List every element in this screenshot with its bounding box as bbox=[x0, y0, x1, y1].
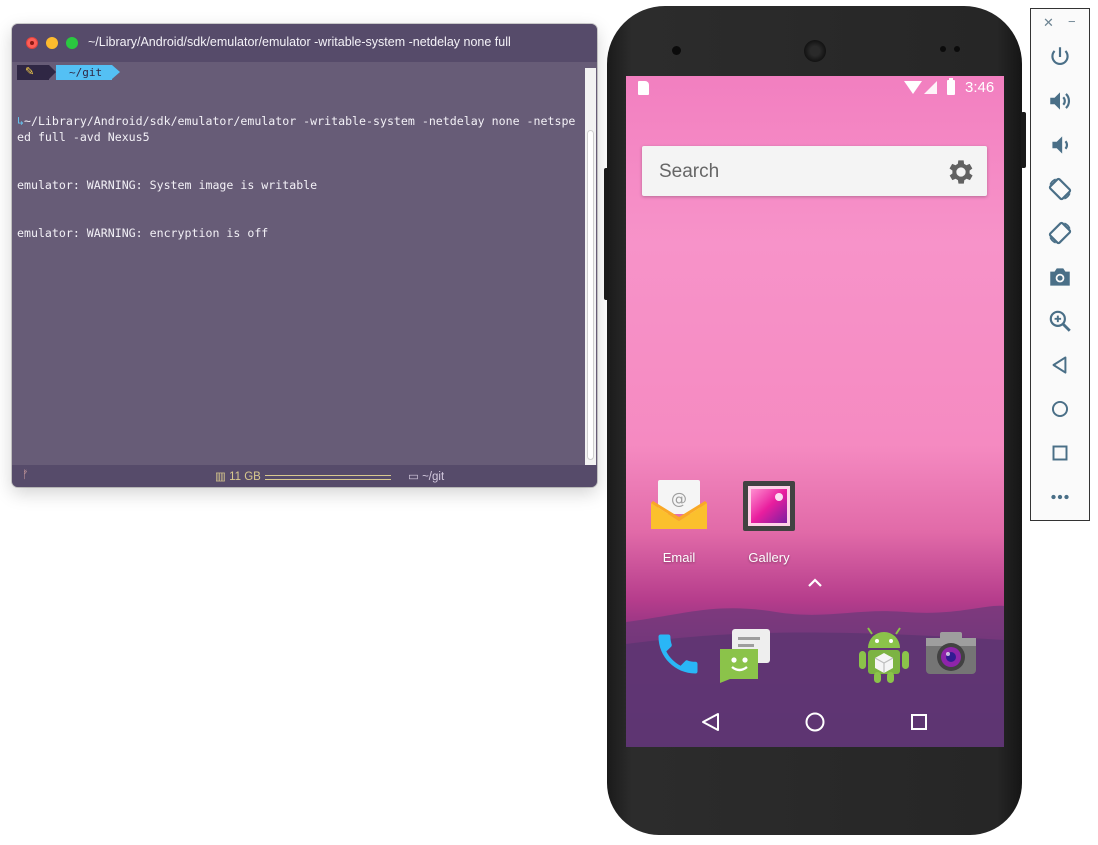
terminal-titlebar[interactable]: ~/Library/Android/sdk/emulator/emulator … bbox=[12, 24, 597, 62]
emulator-toolbar: ✕ − bbox=[1030, 8, 1090, 521]
minimize-icon[interactable]: − bbox=[1068, 14, 1076, 29]
gear-icon[interactable] bbox=[945, 156, 977, 188]
wifi-icon bbox=[904, 81, 922, 94]
zoom-window-button[interactable] bbox=[66, 37, 78, 49]
memory-value: 11 GB bbox=[229, 471, 261, 483]
power-key[interactable] bbox=[1021, 112, 1026, 168]
phone-screen[interactable]: 3:46 Search @ Email Gallery bbox=[626, 76, 1004, 747]
front-camera bbox=[672, 46, 681, 55]
terminal-line: emulator: WARNING: encryption is off bbox=[17, 226, 269, 240]
memory-icon: ▥ bbox=[215, 471, 226, 483]
screenshot-icon[interactable] bbox=[1047, 264, 1073, 290]
android-nav-bar bbox=[702, 712, 927, 732]
prompt-segment-icon: ✎ bbox=[17, 65, 56, 80]
zoom-icon[interactable] bbox=[1047, 308, 1073, 334]
back-icon[interactable] bbox=[1047, 352, 1073, 378]
nav-recents-icon bbox=[911, 714, 927, 730]
power-icon[interactable] bbox=[1047, 44, 1073, 70]
app-drawer-chevron-icon[interactable] bbox=[806, 576, 824, 588]
sensor-dot bbox=[940, 46, 946, 52]
terminal-output[interactable]: ✎ ~/git ↳~/Library/Android/sdk/emulator/… bbox=[12, 62, 583, 465]
memory-indicator: ▥ 11 GB bbox=[215, 469, 261, 483]
speaker-grille bbox=[804, 40, 826, 62]
home-icon[interactable] bbox=[1047, 396, 1073, 422]
terminal-title: ~/Library/Android/sdk/emulator/emulator … bbox=[88, 35, 511, 49]
close-window-button[interactable] bbox=[26, 37, 38, 49]
gallery-icon bbox=[743, 481, 795, 531]
email-icon: @ bbox=[651, 480, 707, 529]
overview-icon[interactable] bbox=[1047, 440, 1073, 466]
rotate-right-icon[interactable] bbox=[1047, 220, 1073, 246]
terminal-lines: ↳~/Library/Android/sdk/emulator/emulator… bbox=[17, 81, 581, 273]
prompt-arrow-icon: ↳ bbox=[17, 114, 24, 128]
branch-icon: ᚠ bbox=[22, 469, 29, 481]
android-icon[interactable] bbox=[856, 624, 912, 684]
svg-text:@: @ bbox=[671, 489, 687, 508]
battery-icon bbox=[947, 78, 955, 95]
terminal-window: ~/Library/Android/sdk/emulator/emulator … bbox=[12, 24, 597, 487]
more-icon[interactable] bbox=[1047, 484, 1073, 510]
email-app[interactable]: @ Email bbox=[639, 479, 719, 569]
volume-down-icon[interactable] bbox=[1047, 132, 1073, 158]
scrollbar-thumb[interactable] bbox=[587, 130, 594, 460]
folder-icon: ▭ bbox=[408, 471, 419, 483]
phone-icon[interactable] bbox=[652, 628, 704, 680]
close-icon[interactable]: ✕ bbox=[1043, 15, 1054, 31]
search-widget[interactable]: Search bbox=[642, 146, 987, 196]
messaging-icon[interactable] bbox=[718, 627, 776, 683]
status-directory: ~/git bbox=[422, 471, 445, 483]
minimize-window-button[interactable] bbox=[46, 37, 58, 49]
memory-bar bbox=[265, 475, 391, 480]
clock: 3:46 bbox=[965, 79, 995, 96]
sd-card-icon bbox=[638, 81, 649, 95]
volume-rocker[interactable] bbox=[604, 168, 609, 300]
nav-home-icon bbox=[805, 712, 825, 732]
camera-icon[interactable] bbox=[922, 628, 980, 680]
android-status-bar[interactable]: 3:46 bbox=[626, 76, 1004, 100]
nav-back-icon bbox=[702, 713, 719, 731]
directory-indicator: ▭ ~/git bbox=[408, 469, 444, 483]
volume-up-icon[interactable] bbox=[1047, 88, 1073, 114]
prompt-directory: ~/git bbox=[69, 66, 103, 79]
search-placeholder: Search bbox=[659, 161, 720, 182]
gallery-app[interactable]: Gallery bbox=[729, 479, 809, 569]
terminal-scrollbar[interactable] bbox=[585, 68, 596, 465]
prompt-segment-dir: ~/git bbox=[56, 65, 120, 80]
magic-wand-icon: ✎ bbox=[25, 66, 35, 78]
app-label: Gallery bbox=[748, 550, 790, 565]
signal-icon bbox=[924, 81, 937, 94]
terminal-statusbar: ᚠ ▥ 11 GB ▭ ~/git bbox=[12, 465, 597, 487]
terminal-line: emulator: WARNING: System image is writa… bbox=[17, 178, 318, 192]
terminal-line: ↳~/Library/Android/sdk/emulator/emulator… bbox=[17, 114, 576, 144]
app-label: Email bbox=[662, 550, 696, 565]
sensor-dot bbox=[954, 46, 960, 52]
rotate-left-icon[interactable] bbox=[1047, 176, 1073, 202]
